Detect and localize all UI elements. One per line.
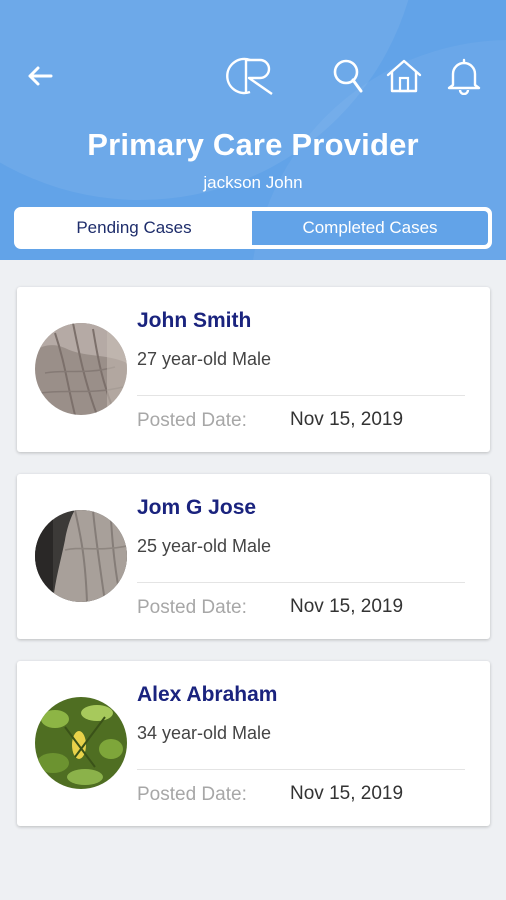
patient-age-gender: 25 year-old Male	[137, 536, 272, 556]
case-tabs: Pending Cases Completed Cases	[14, 207, 492, 249]
patient-name: John Smith	[137, 309, 252, 332]
divider	[137, 582, 465, 583]
tab-completed-cases[interactable]: Completed Cases	[252, 211, 488, 245]
page-title: Primary Care Provider	[87, 127, 419, 162]
case-card[interactable]: Alex Abraham 34 year-old Male Posted Dat…	[17, 661, 490, 826]
case-card[interactable]: Jom G Jose 25 year-old Male Posted Date:…	[17, 474, 490, 639]
back-arrow-icon[interactable]	[20, 48, 60, 104]
patient-name: Alex Abraham	[137, 683, 278, 706]
posted-date-label: Posted Date:	[137, 784, 247, 805]
search-icon[interactable]	[326, 48, 370, 104]
tab-pending-cases[interactable]: Pending Cases	[16, 209, 252, 247]
app-logo	[216, 48, 288, 104]
top-bar	[0, 48, 506, 104]
bell-icon[interactable]	[442, 48, 486, 104]
posted-date-label: Posted Date:	[137, 410, 247, 431]
patient-photo	[35, 697, 127, 789]
case-card[interactable]: John Smith 27 year-old Male Posted Date:…	[17, 287, 490, 452]
divider	[137, 395, 465, 396]
posted-date-label: Posted Date:	[137, 597, 247, 618]
header: Primary Care Provider jackson John Pendi…	[0, 0, 506, 260]
patient-photo	[35, 510, 127, 602]
patient-age-gender: 34 year-old Male	[137, 723, 272, 743]
patient-age-gender: 27 year-old Male	[137, 349, 272, 369]
patient-name: Jom G Jose	[137, 496, 257, 519]
posted-date-value: Nov 15, 2019	[290, 596, 404, 617]
posted-date-value: Nov 15, 2019	[290, 409, 404, 430]
patient-photo	[35, 323, 127, 415]
user-name: jackson John	[203, 173, 303, 192]
divider	[137, 769, 465, 770]
posted-date-value: Nov 15, 2019	[290, 783, 404, 804]
home-icon[interactable]	[382, 48, 426, 104]
